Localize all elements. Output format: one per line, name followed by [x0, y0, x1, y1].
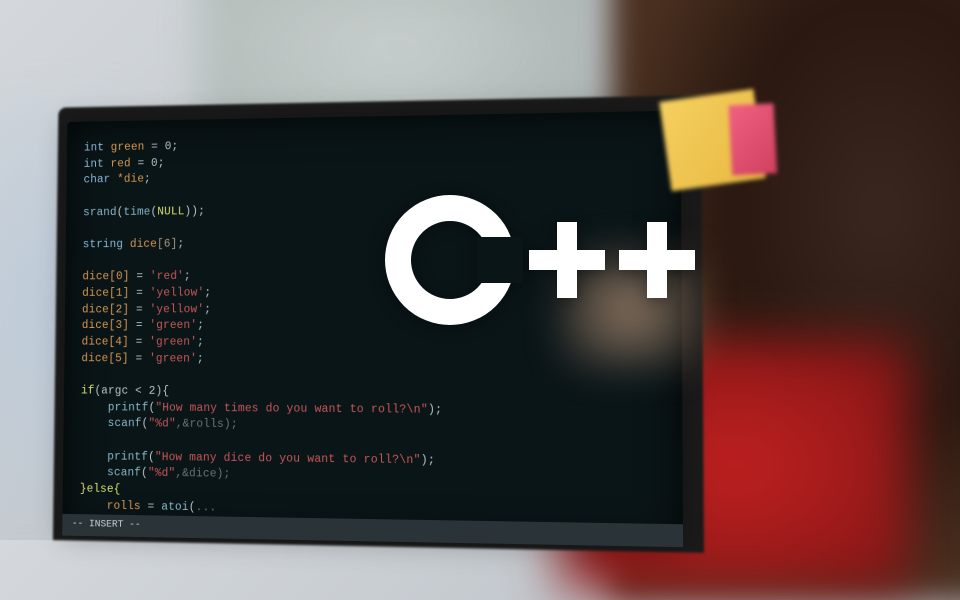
cpp-logo-overlay	[385, 195, 695, 325]
code-token: dice[1]	[82, 287, 129, 300]
code-token: "How many dice do you want to roll?\n"	[155, 451, 421, 467]
code-token: dice[5]	[81, 352, 128, 365]
code-token: 'yellow'	[150, 287, 205, 300]
code-token: 'red'	[150, 270, 184, 283]
plus-icon	[529, 222, 605, 298]
code-token: char	[83, 174, 110, 187]
code-token: red	[110, 157, 130, 170]
code-token: scanf	[107, 467, 141, 480]
code-token: *die	[117, 173, 144, 186]
code-token: atoi	[161, 500, 189, 513]
code-token: = 0;	[131, 157, 165, 170]
code-token: 'yellow'	[150, 303, 205, 316]
code-token: if	[81, 385, 95, 398]
sticky-note	[659, 89, 766, 191]
code-token: 'green'	[149, 352, 197, 365]
code-token: 'green'	[149, 320, 197, 333]
code-token: green	[111, 141, 145, 154]
code-token: ,&dice);	[175, 468, 230, 482]
code-token: ;	[177, 238, 184, 251]
code-token: srand	[83, 206, 117, 219]
code-token: int	[84, 142, 104, 155]
code-token: dice[3]	[82, 320, 129, 333]
code-token: ,&rolls);	[176, 418, 238, 431]
code-token: "How many times do you want to roll?\n"	[155, 401, 428, 416]
plus-icon	[619, 222, 695, 298]
code-token: "%d"	[148, 467, 175, 480]
code-token: time	[123, 206, 150, 219]
code-token: ;	[144, 173, 151, 186]
code-token: scanf	[108, 418, 142, 431]
code-token: string	[83, 238, 123, 251]
code-token: 'green'	[149, 336, 197, 349]
code-token: = 0;	[144, 140, 178, 153]
code-token: int	[84, 158, 104, 171]
code-token: "%d"	[148, 418, 175, 431]
code-token: printf	[108, 401, 149, 414]
code-token: rolls	[107, 500, 141, 513]
code-token: dice[0]	[82, 271, 129, 284]
cpp-c-letter	[385, 195, 515, 325]
code-token: (argc < 2)	[94, 385, 162, 398]
code-token: printf	[107, 450, 148, 463]
code-token: dice[4]	[82, 336, 129, 349]
code-token: [6]	[157, 238, 178, 251]
vim-mode: -- INSERT --	[72, 519, 141, 532]
code-token: }else{	[80, 483, 121, 496]
code-token: dice[2]	[82, 303, 129, 316]
code-token: dice	[130, 238, 157, 251]
code-token: NULL	[157, 205, 184, 218]
